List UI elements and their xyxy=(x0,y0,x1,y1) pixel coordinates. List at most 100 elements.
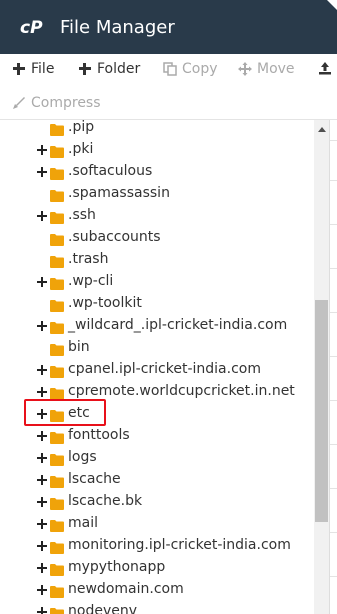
cpanel-logo-icon[interactable]: cP xyxy=(20,16,52,38)
folder-icon xyxy=(50,253,64,268)
expand-plus-icon[interactable] xyxy=(37,453,47,463)
copy-icon xyxy=(163,62,177,76)
tree-item[interactable]: fonttools xyxy=(0,425,314,447)
tree-item-label[interactable]: .subaccounts xyxy=(68,229,161,245)
expand-plus-icon[interactable] xyxy=(37,585,47,595)
tree-item-label[interactable]: .softaculous xyxy=(68,163,152,179)
folder-icon xyxy=(50,539,64,554)
folder-icon xyxy=(50,231,64,246)
expand-plus-icon[interactable] xyxy=(37,167,47,177)
expand-plus-icon[interactable] xyxy=(37,497,47,507)
tree-item[interactable]: logs xyxy=(0,447,314,469)
expand-plus-icon[interactable] xyxy=(37,387,47,397)
expand-plus-icon[interactable] xyxy=(37,607,47,614)
tree-item[interactable]: cpanel.ipl-cricket-india.com xyxy=(0,359,314,381)
expand-plus-icon[interactable] xyxy=(37,541,47,551)
tree-item[interactable]: .pki xyxy=(0,139,314,161)
pane-divider xyxy=(330,312,337,313)
expand-plus-icon[interactable] xyxy=(37,431,47,441)
tree-item[interactable]: lscache.bk xyxy=(0,491,314,513)
folder-icon xyxy=(50,473,64,488)
new-folder-label: Folder xyxy=(97,61,141,77)
expand-plus-icon[interactable] xyxy=(37,475,47,485)
new-file-label: File xyxy=(31,61,55,77)
tree-item-label[interactable]: .trash xyxy=(68,251,108,267)
tree-item-label[interactable]: mypythonapp xyxy=(68,559,165,575)
tree-item-label[interactable]: monitoring.ipl-cricket-india.com xyxy=(68,537,291,553)
toolbar: File Folder Copy Move Compress xyxy=(0,54,337,120)
tree-item[interactable]: .subaccounts xyxy=(0,227,314,249)
folder-icon xyxy=(50,187,64,202)
expand-plus-icon[interactable] xyxy=(37,365,47,375)
tree-item-label[interactable]: lscache.bk xyxy=(68,493,142,509)
expand-plus-icon[interactable] xyxy=(37,277,47,287)
tree-item-label[interactable]: cpremote.worldcupcricket.in.net xyxy=(68,383,295,399)
tree-item[interactable]: newdomain.com xyxy=(0,579,314,601)
tree-scrollbar[interactable] xyxy=(314,120,329,614)
folder-icon xyxy=(50,495,64,510)
tree-item-label[interactable]: .wp-toolkit xyxy=(68,295,142,311)
tree-item[interactable]: mail xyxy=(0,513,314,535)
tree-item[interactable]: bin xyxy=(0,337,314,359)
tree-item[interactable]: .pip xyxy=(0,120,314,139)
folder-icon xyxy=(50,429,64,444)
upload-button[interactable] xyxy=(318,61,337,75)
tree-item-label[interactable]: fonttools xyxy=(68,427,130,443)
move-icon xyxy=(238,62,252,76)
upload-icon xyxy=(318,61,332,75)
expand-plus-icon[interactable] xyxy=(37,211,47,221)
tree-item-label[interactable]: .spamassassin xyxy=(68,185,170,201)
tree-item[interactable]: monitoring.ipl-cricket-india.com xyxy=(0,535,314,557)
tree-item[interactable]: .trash xyxy=(0,249,314,271)
tree-item[interactable]: .ssh xyxy=(0,205,314,227)
tree-item[interactable]: mypythonapp xyxy=(0,557,314,579)
tree-item[interactable]: .spamassassin xyxy=(0,183,314,205)
tree-item[interactable]: .wp-toolkit xyxy=(0,293,314,315)
folder-icon xyxy=(50,605,64,614)
new-file-button[interactable]: File xyxy=(12,61,54,77)
scroll-thumb[interactable] xyxy=(315,300,328,522)
tree-item[interactable]: _wildcard_.ipl-cricket-india.com xyxy=(0,315,314,337)
expand-plus-icon[interactable] xyxy=(37,519,47,529)
pane-divider xyxy=(330,444,337,445)
pane-divider xyxy=(330,224,337,225)
expand-plus-icon[interactable] xyxy=(37,145,47,155)
scroll-up-arrow-icon[interactable] xyxy=(314,124,329,136)
expand-plus-icon[interactable] xyxy=(37,321,47,331)
tree-item-label[interactable]: .ssh xyxy=(68,207,96,223)
folder-icon xyxy=(50,341,64,356)
move-button[interactable]: Move xyxy=(238,61,295,77)
plus-icon xyxy=(78,62,92,76)
folder-icon xyxy=(50,451,64,466)
tree-item-label[interactable]: cpanel.ipl-cricket-india.com xyxy=(68,361,261,377)
tree-item-label[interactable]: .wp-cli xyxy=(68,273,113,289)
folder-icon xyxy=(50,121,64,136)
tree-item[interactable]: lscache xyxy=(0,469,314,491)
copy-button[interactable]: Copy xyxy=(163,61,218,77)
tree-item[interactable]: .softaculous xyxy=(0,161,314,183)
tree-item-label[interactable]: _wildcard_.ipl-cricket-india.com xyxy=(68,317,287,333)
folder-icon xyxy=(50,561,64,576)
tree-item[interactable]: .wp-cli xyxy=(0,271,314,293)
folder-icon xyxy=(50,143,64,158)
expand-plus-icon[interactable] xyxy=(37,563,47,573)
compress-icon xyxy=(12,96,26,110)
tree-item-label[interactable]: logs xyxy=(68,449,97,465)
folder-icon xyxy=(50,209,64,224)
tree-item-label[interactable]: nodevenv xyxy=(68,603,137,614)
new-folder-button[interactable]: Folder xyxy=(78,61,140,77)
compress-label: Compress xyxy=(31,95,101,111)
highlight-box xyxy=(24,399,106,426)
app-header: cP File Manager xyxy=(0,0,337,54)
compress-button[interactable]: Compress xyxy=(12,95,101,111)
pane-divider xyxy=(330,532,337,533)
tree-item-label[interactable]: .pki xyxy=(68,141,93,157)
tree-item-label[interactable]: mail xyxy=(68,515,98,531)
folder-icon xyxy=(50,363,64,378)
tree-item-label[interactable]: .pip xyxy=(68,120,94,135)
tree-item[interactable]: nodevenv xyxy=(0,601,314,614)
plus-icon xyxy=(12,62,26,76)
tree-item-label[interactable]: bin xyxy=(68,339,90,355)
tree-item-label[interactable]: lscache xyxy=(68,471,121,487)
tree-item-label[interactable]: newdomain.com xyxy=(68,581,184,597)
